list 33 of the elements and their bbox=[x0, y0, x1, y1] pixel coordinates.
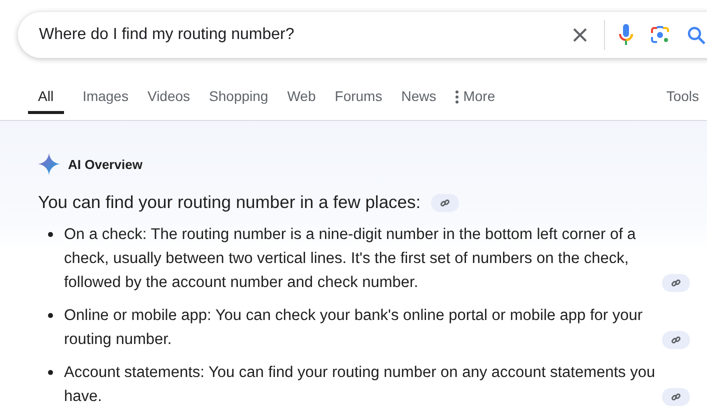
search-tab[interactable]: Videos bbox=[147, 83, 190, 114]
link-icon bbox=[671, 335, 681, 345]
search-tab[interactable]: Forums bbox=[334, 83, 382, 114]
tools-button[interactable]: Tools bbox=[666, 83, 699, 104]
link-icon bbox=[671, 392, 681, 402]
close-icon[interactable] bbox=[572, 27, 588, 43]
search-tab[interactable]: News bbox=[401, 83, 436, 114]
overview-intro: You can find your routing number in a few places: bbox=[38, 192, 421, 213]
search-tab[interactable]: All bbox=[28, 83, 64, 114]
search-field[interactable]: Where do I find my routing number? bbox=[39, 26, 572, 44]
source-link-button[interactable] bbox=[662, 388, 690, 406]
source-link-button[interactable] bbox=[662, 274, 690, 292]
link-icon bbox=[671, 278, 681, 288]
search-tab[interactable]: Shopping bbox=[209, 83, 268, 114]
link-icon bbox=[440, 198, 450, 208]
search-bar[interactable]: Where do I find my routing number? bbox=[18, 12, 707, 58]
microphone-icon[interactable] bbox=[619, 24, 633, 46]
bullet-text: Online or mobile app: You can check your bank's online portal or mobile app for your routing number. bbox=[64, 306, 644, 350]
source-link-button[interactable] bbox=[430, 194, 459, 212]
bullet-icon bbox=[48, 313, 53, 318]
search-tab[interactable]: Web bbox=[287, 83, 316, 114]
overview-title: AI Overview bbox=[68, 156, 142, 172]
bullet-icon bbox=[48, 232, 53, 237]
search-icon[interactable] bbox=[687, 26, 706, 44]
bullet-text: Account statements: You can find your routing number on any account statements you have. bbox=[64, 363, 656, 407]
more-vertical-icon bbox=[455, 88, 460, 104]
source-link-button[interactable] bbox=[662, 331, 690, 349]
search-tab[interactable]: Images bbox=[82, 83, 128, 114]
bullet-icon bbox=[48, 370, 53, 375]
search-tab[interactable]: More bbox=[455, 83, 496, 114]
bullet-text: On a check: The routing number is a nine-digit number in the bottom left corner of a check, usually between two vertical lines. It's the first set of numbers on the check, followed by the account number and check number. bbox=[64, 225, 637, 293]
sparkle-icon bbox=[38, 153, 60, 175]
camera-icon[interactable] bbox=[650, 25, 670, 45]
